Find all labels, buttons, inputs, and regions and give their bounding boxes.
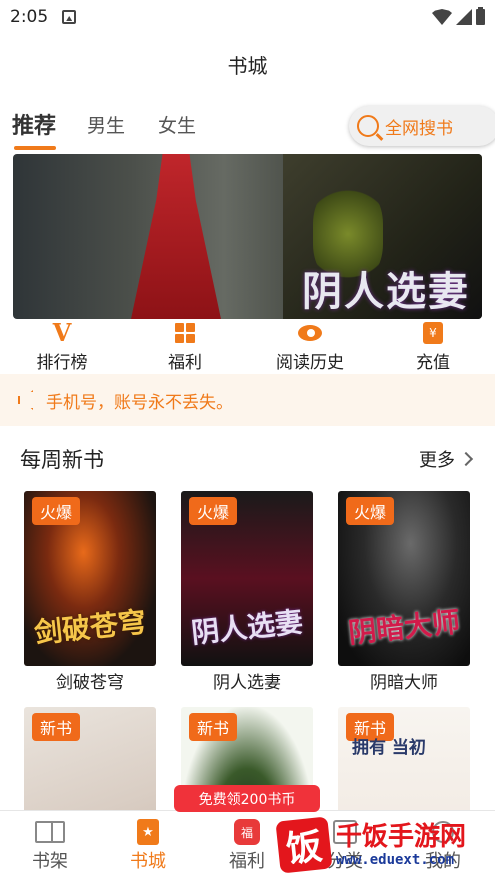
book-cover: 火爆 阴暗大师 [338,491,470,666]
quick-nav-rank[interactable]: V 排行榜 [7,318,117,374]
book-title: 剑破苍穹 [56,673,124,693]
tab-recommend[interactable]: 推荐 [12,108,56,140]
bookmark-star-icon: ★ [133,819,163,845]
banner-figure-art [131,154,221,319]
notice-text: 手机号，账号永不丢失。 [46,392,233,413]
nav-bookshelf[interactable]: 书架 [10,819,90,873]
tab-female[interactable]: 女生 [158,111,196,138]
page-title: 书城 [227,53,268,78]
nav-welfare[interactable]: 福 福利 [207,819,287,873]
gift-icon: 福 [232,819,262,845]
wifi-icon [432,9,452,25]
book-card[interactable]: 火爆 剑破苍穹 剑破苍穹 [24,491,156,693]
book-icon [35,819,65,845]
tab-male[interactable]: 男生 [87,111,125,138]
hot-badge: 火爆 [189,497,238,525]
watermark-name: 千饭手游网 [336,822,467,852]
banner-title: 阴人选妻 [302,268,470,315]
quick-nav-label: 福利 [168,353,202,373]
quick-nav-history[interactable]: 阅读历史 [255,322,365,373]
hot-badge: 火爆 [346,497,395,525]
quick-nav-label: 阅读历史 [276,353,344,373]
signal-icon [456,9,472,25]
watermark-url: www.eduext.com [336,852,455,868]
search-button[interactable]: 全网搜书 [349,106,495,146]
book-title: 阴暗大师 [370,673,438,693]
notice-bar[interactable]: 手机号，账号永不丢失。 [0,374,495,426]
search-icon [357,115,379,137]
banner-carousel[interactable]: 阴人选妻 [13,154,482,319]
quick-nav: V 排行榜 福利 阅读历史 ¥ 充值 [0,318,495,374]
status-bar: 2:05 [0,0,495,34]
quick-nav-recharge[interactable]: ¥ 充值 [378,322,488,373]
recharge-icon: ¥ [421,322,445,344]
more-label: 更多 [419,450,455,471]
book-title: 阴人选妻 [213,673,281,693]
weekly-section-header: 每周新书 更多 [0,440,495,480]
rank-v-icon: V [52,318,72,347]
cover-title: 阴人选妻 [189,605,305,650]
new-badge: 新书 [189,713,238,741]
nav-label: 书架 [32,851,68,872]
cover-title: 阴暗大师 [346,605,462,650]
notification-icon [62,10,77,24]
site-watermark: 饭 千饭手游网 www.eduext.com [275,812,492,878]
cover-title: 拥有 当初 [352,738,426,758]
quick-nav-label: 充值 [416,353,450,373]
search-label: 全网搜书 [385,118,453,139]
active-tab-indicator [14,146,56,150]
section-title: 每周新书 [20,448,104,472]
speaker-icon [18,390,33,410]
quick-nav-label: 排行榜 [36,353,88,373]
status-indicators [432,7,485,25]
status-time: 2:05 [10,7,49,27]
chevron-right-icon [458,451,474,467]
watermark-logo: 饭 [275,816,333,874]
nav-label: 福利 [229,851,265,872]
battery-icon [476,7,485,25]
book-card[interactable]: 火爆 阴暗大师 阴暗大师 [338,491,470,693]
grid-icon [173,322,197,344]
nav-bookstore[interactable]: ★ 书城 [108,819,188,873]
eye-icon [298,322,322,344]
quick-nav-welfare[interactable]: 福利 [130,322,240,373]
book-cover: 火爆 剑破苍穹 [24,491,156,666]
cover-title: 剑破苍穹 [32,605,148,650]
promo-badge[interactable]: 免费领200书币 [174,785,320,812]
book-card[interactable]: 火爆 阴人选妻 阴人选妻 [181,491,313,693]
new-badge: 新书 [32,713,81,741]
nav-label: 书城 [130,851,166,872]
more-button[interactable]: 更多 [419,446,474,472]
watermark-text: 千饭手游网 www.eduext.com [336,822,466,868]
hot-badge: 火爆 [32,497,81,525]
book-cover: 火爆 阴人选妻 [181,491,313,666]
